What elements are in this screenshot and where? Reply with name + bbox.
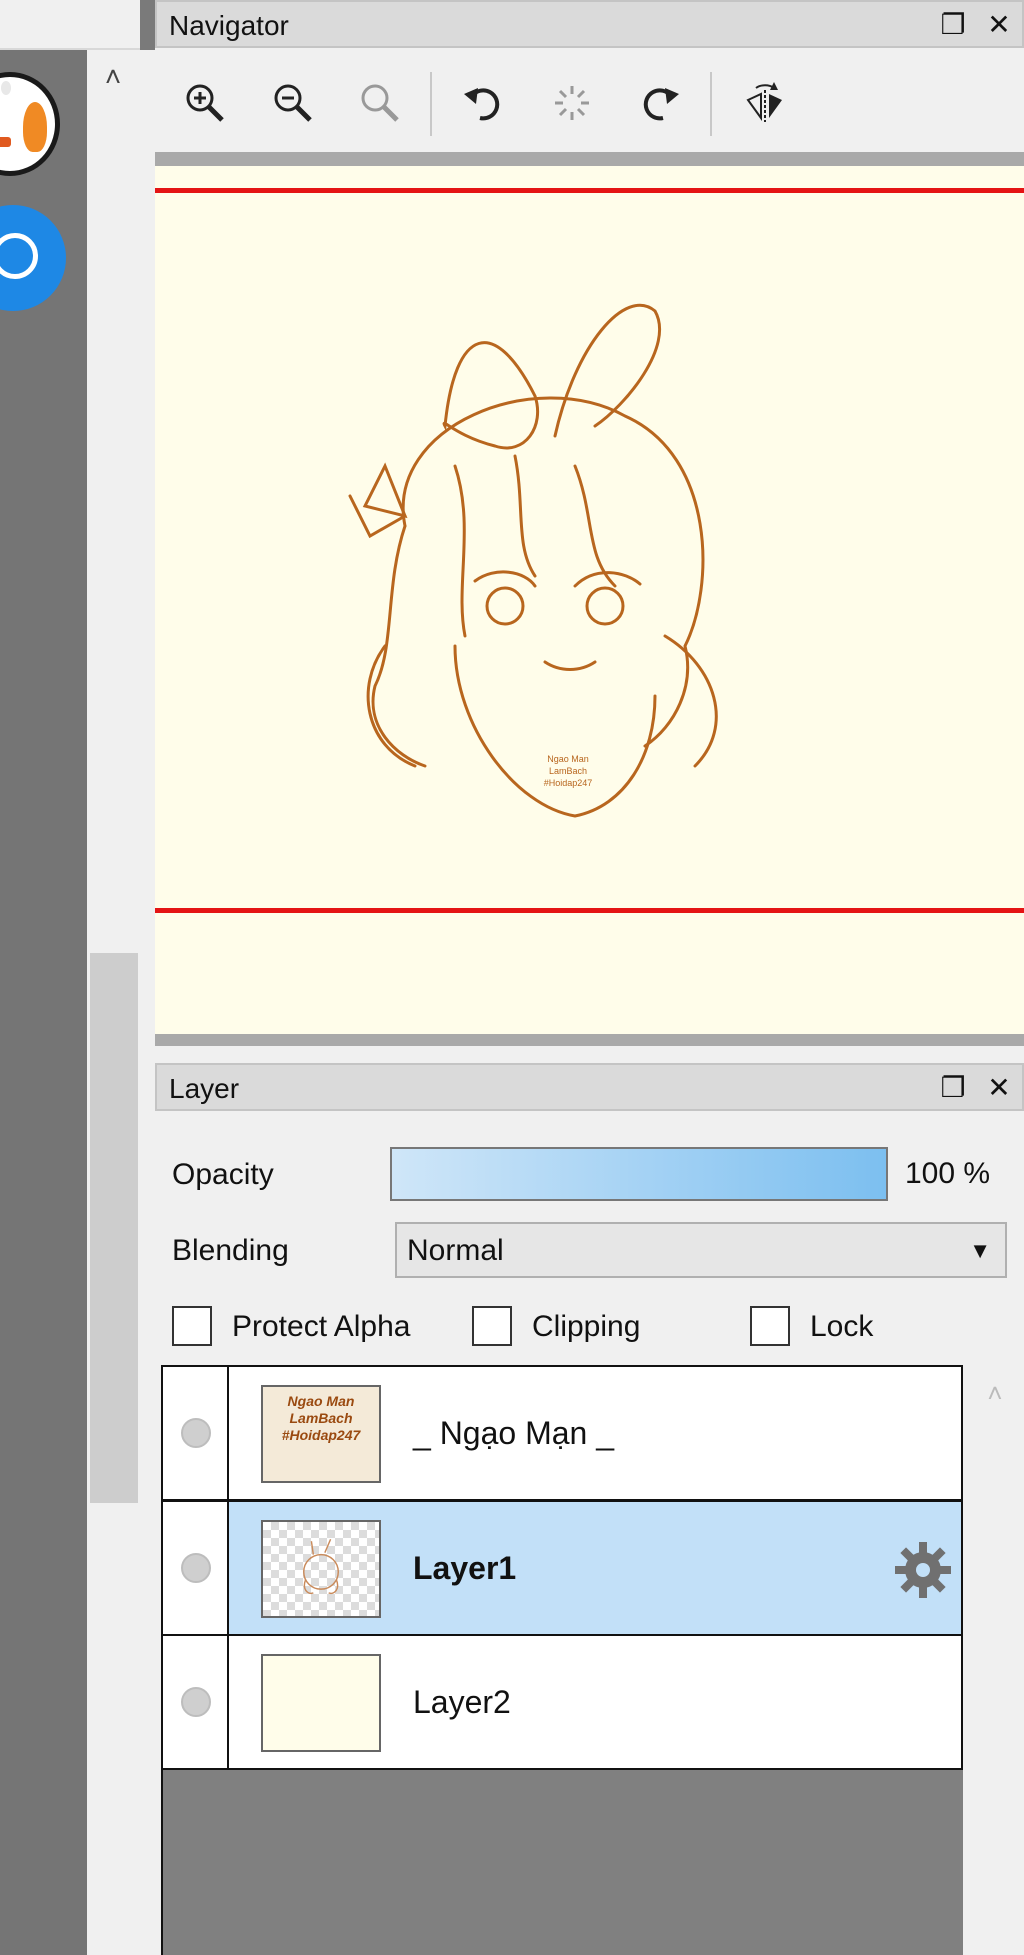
navigator-titlebar: Navigator ❐ ✕ — [155, 0, 1024, 48]
scrollbar-thumb[interactable] — [90, 953, 138, 1503]
restore-window-icon[interactable]: ❐ — [938, 8, 968, 41]
color-ring-inner — [0, 233, 38, 279]
lock-label: Lock — [810, 1310, 874, 1343]
layer-thumbnail-art — [303, 1538, 339, 1595]
opacity-label: Opacity — [172, 1158, 274, 1191]
navigator-divider — [155, 152, 1024, 166]
visibility-column — [163, 1636, 229, 1768]
opacity-slider[interactable] — [390, 1147, 888, 1201]
navigator-preview[interactable]: Ngao Man LamBach #Hoidap247 — [155, 166, 1024, 1034]
layer-row[interactable]: Layer2 — [161, 1634, 963, 1770]
layer-name: Layer1 — [413, 1550, 517, 1586]
left-panel-background — [0, 50, 87, 1955]
avatar-bow — [0, 137, 11, 147]
artwork-caption-line1: Ngao Man — [547, 754, 589, 764]
navigator-title: Navigator — [169, 10, 289, 41]
layer-titlebar: Layer ❐ ✕ — [155, 1063, 1024, 1111]
thumb-text-line1: Ngao Man — [287, 1393, 355, 1409]
avatar-ear — [1, 81, 11, 95]
blending-value: Normal — [407, 1234, 504, 1267]
layer-name: _ Ngạo Mạn _ — [413, 1415, 615, 1451]
artwork-preview: Ngao Man LamBach #Hoidap247 — [348, 303, 718, 818]
chevron-down-icon: ▼ — [969, 1238, 991, 1263]
lock-checkbox[interactable] — [750, 1306, 790, 1346]
layer-row-selected[interactable]: Layer1 — [161, 1500, 963, 1636]
layer-thumbnail — [261, 1654, 381, 1752]
artwork-caption-line3: #Hoidap247 — [544, 778, 593, 788]
toolbar-separator — [710, 72, 712, 136]
blending-select[interactable]: Normal ▼ — [395, 1222, 1007, 1278]
top-left-strip — [0, 0, 140, 50]
visibility-column — [163, 1367, 229, 1499]
view-frame-bottom — [155, 908, 1024, 913]
scroll-up-icon[interactable]: ˄ — [98, 62, 128, 92]
rotate-reset-icon[interactable] — [547, 78, 597, 128]
view-frame-top — [155, 188, 1024, 193]
clipping-label: Clipping — [532, 1310, 641, 1343]
protect-alpha-checkbox[interactable] — [172, 1306, 212, 1346]
avatar-flame — [23, 102, 47, 152]
protect-alpha-label: Protect Alpha — [232, 1310, 411, 1343]
artwork-caption-line2: LamBach — [549, 766, 587, 776]
rotate-left-icon[interactable] — [458, 78, 508, 128]
zoom-reset-icon[interactable] — [355, 78, 405, 128]
visibility-toggle-icon[interactable] — [181, 1553, 211, 1583]
layer-thumbnail — [261, 1520, 381, 1618]
rotate-right-icon[interactable] — [635, 78, 685, 128]
toolbar-separator — [430, 72, 432, 136]
navigator-divider-bottom — [155, 1034, 1024, 1046]
zoom-in-icon[interactable] — [180, 78, 230, 128]
visibility-toggle-icon[interactable] — [181, 1687, 211, 1717]
scroll-up-icon[interactable]: ˄ — [980, 1378, 1010, 1408]
gear-icon[interactable] — [891, 1538, 955, 1602]
visibility-toggle-icon[interactable] — [181, 1418, 211, 1448]
clipping-checkbox[interactable] — [472, 1306, 512, 1346]
opacity-value: 100 % — [905, 1157, 991, 1190]
close-icon[interactable]: ✕ — [984, 1071, 1014, 1104]
thumb-text-line3: #Hoidap247 — [281, 1427, 361, 1443]
layer-title: Layer — [169, 1073, 240, 1104]
thumb-text-line2: LamBach — [289, 1410, 353, 1426]
layer-name: Layer2 — [413, 1684, 511, 1720]
flip-horizontal-icon[interactable] — [740, 78, 790, 128]
restore-window-icon[interactable]: ❐ — [938, 1071, 968, 1104]
close-icon[interactable]: ✕ — [984, 8, 1014, 41]
zoom-out-icon[interactable] — [268, 78, 318, 128]
layer-thumbnail: Ngao Man LamBach #Hoidap247 — [261, 1385, 381, 1483]
layer-row[interactable]: Ngao Man LamBach #Hoidap247 _ Ngạo Mạn _ — [161, 1365, 963, 1501]
blending-label: Blending — [172, 1234, 289, 1267]
visibility-column — [163, 1502, 229, 1634]
